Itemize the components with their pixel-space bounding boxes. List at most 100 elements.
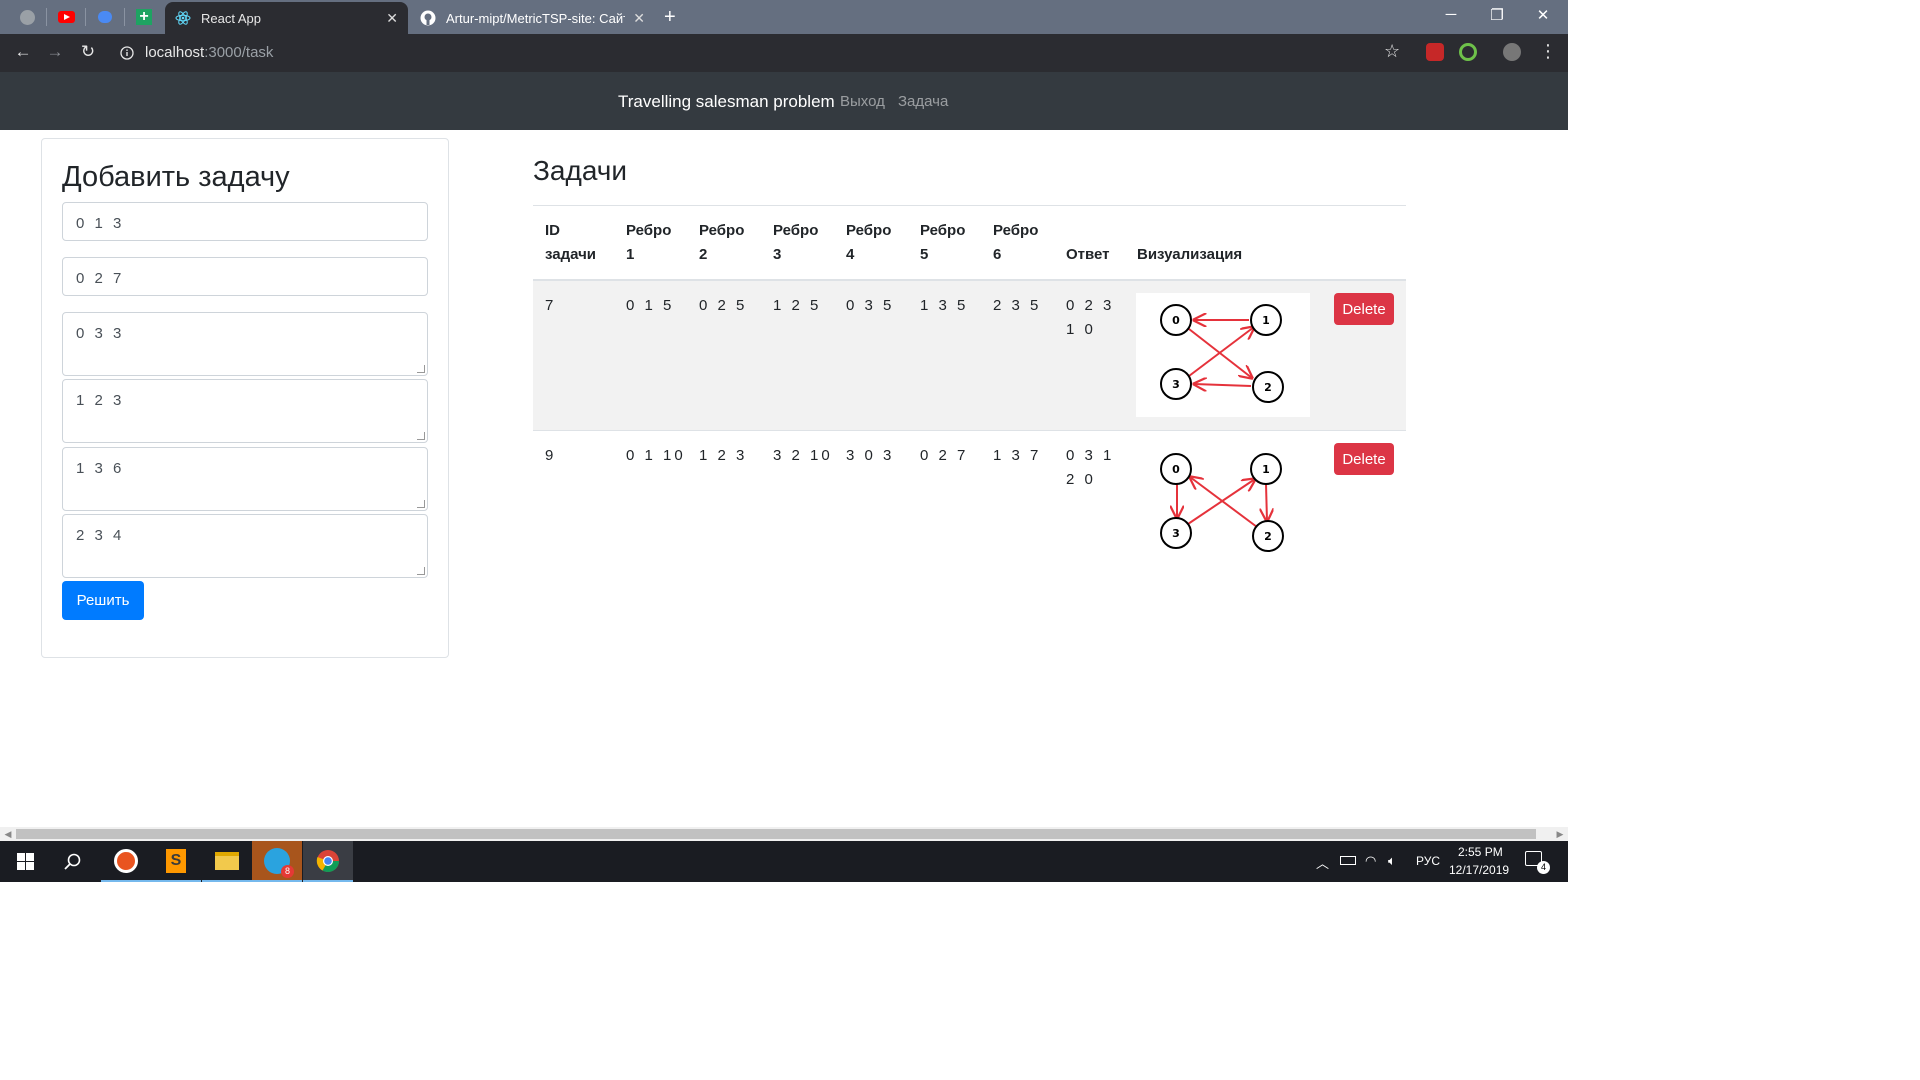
generic-site-icon (19, 9, 35, 25)
notifications-icon[interactable]: 4 (1525, 851, 1550, 874)
github-icon (420, 10, 436, 26)
chrome-icon[interactable] (303, 841, 353, 882)
cell-edge-4: 3 0 3 (846, 447, 895, 464)
graph-node-label: 2 (1264, 530, 1272, 543)
edge-input-1[interactable]: 0 1 3 (62, 202, 428, 241)
pinned-tab-sheets[interactable]: + (129, 4, 159, 30)
scroll-left-arrow-icon[interactable]: ◀ (1, 827, 15, 841)
edge-textarea-3-value: 0 3 3 (76, 325, 125, 342)
url-text: localhost:3000/task (145, 44, 273, 61)
react-icon (175, 11, 191, 25)
sublime-text-icon[interactable]: S (151, 841, 201, 882)
tab-github[interactable]: Artur-mipt/MetricTSP-site: Сайт ✕ (410, 2, 655, 34)
notification-count: 4 (1537, 861, 1550, 874)
pinned-tab-1[interactable] (12, 4, 42, 30)
resize-grip-icon[interactable] (417, 365, 425, 373)
header-edge-6-line2: 6 (993, 246, 1002, 263)
tab-react-app[interactable]: React App ✕ (165, 2, 408, 34)
resize-grip-icon[interactable] (417, 432, 425, 440)
edge-textarea-5[interactable]: 1 3 6 (62, 447, 428, 511)
info-icon[interactable] (120, 46, 134, 60)
extension-red-icon[interactable] (1426, 43, 1444, 61)
ubuntu-icon[interactable] (101, 841, 151, 882)
graph-node: 1 (1250, 453, 1282, 485)
cell-edge-1: 0 1 5 (626, 297, 675, 314)
reload-icon[interactable]: ↻ (77, 42, 99, 62)
header-edge-3-line1: Ребро (773, 222, 819, 239)
battery-icon[interactable] (1340, 853, 1356, 868)
header-edge-4-line2: 4 (846, 246, 855, 263)
header-edge-2-line2: 2 (699, 246, 708, 263)
bookmark-star-icon[interactable]: ☆ (1384, 41, 1400, 62)
graph-node-label: 2 (1264, 381, 1272, 394)
telegram-badge: 8 (281, 864, 294, 878)
graph-node-label: 1 (1262, 463, 1270, 476)
windows-start-icon[interactable] (0, 841, 50, 882)
resize-grip-icon[interactable] (417, 567, 425, 575)
search-icon[interactable] (48, 841, 98, 882)
delete-button[interactable]: Delete (1334, 293, 1394, 325)
cell-task-id: 9 (545, 447, 557, 464)
pinned-tab-youtube[interactable] (51, 4, 81, 30)
browser-toolbar: ← → ↻ localhost:3000/task ☆ ⋮ (0, 34, 1568, 72)
tab-title: Artur-mipt/MetricTSP-site: Сайт (446, 10, 626, 26)
url-path: :3000/task (204, 44, 274, 61)
header-id-line1: ID (545, 222, 560, 239)
graph-node: 1 (1250, 304, 1282, 336)
youtube-icon (57, 11, 75, 23)
graph-node: 2 (1252, 371, 1284, 403)
solve-button[interactable]: Решить (62, 581, 144, 620)
profile-avatar[interactable] (1503, 43, 1521, 61)
pinned-tab-chat[interactable] (90, 4, 120, 30)
header-edge-1-line1: Ребро (626, 222, 672, 239)
show-hidden-icons-chevron-icon[interactable]: ︿ (1316, 853, 1329, 872)
scrollbar-thumb[interactable] (16, 829, 1536, 839)
telegram-icon[interactable]: 8 (252, 841, 302, 882)
nav-link-logout[interactable]: Выход (840, 93, 885, 110)
edge-textarea-6-value: 2 3 4 (76, 527, 125, 544)
back-arrow-icon[interactable]: ← (12, 42, 34, 62)
new-tab-plus-icon[interactable]: + (664, 6, 676, 29)
close-window-icon[interactable]: ✕ (1528, 6, 1558, 24)
edge-textarea-4[interactable]: 1 2 3 (62, 379, 428, 443)
navbar-brand[interactable]: Travelling salesman problem (618, 92, 835, 112)
clock-date[interactable]: 12/17/2019 (1449, 863, 1509, 877)
scroll-right-arrow-icon[interactable]: ▶ (1553, 827, 1567, 841)
graph-node-label: 3 (1172, 527, 1180, 540)
edge-input-2[interactable]: 0 2 7 (62, 257, 428, 296)
tab-separator (46, 8, 47, 26)
close-tab-icon[interactable]: ✕ (633, 10, 645, 27)
plus-green-icon: + (136, 9, 152, 25)
header-edge-5-line1: Ребро (920, 222, 966, 239)
menu-kebab-icon[interactable]: ⋮ (1539, 41, 1557, 62)
app-navbar: Travelling salesman problem Выход Задача (0, 72, 1568, 130)
extension-ring-icon[interactable] (1459, 43, 1477, 61)
minimize-window-icon[interactable]: ─ (1436, 6, 1466, 23)
wifi-icon[interactable]: ◠ (1365, 853, 1376, 869)
volume-icon[interactable]: 🔈︎ (1388, 853, 1396, 869)
header-visualization: Визуализация (1137, 246, 1243, 263)
edge-textarea-3[interactable]: 0 3 3 (62, 312, 428, 376)
cell-edge-2: 0 2 5 (699, 297, 748, 314)
forward-arrow-icon[interactable]: → (44, 42, 66, 62)
edge-textarea-5-value: 1 3 6 (76, 460, 125, 477)
file-explorer-icon[interactable] (202, 841, 252, 882)
cell-edge-5: 1 3 5 (920, 297, 969, 314)
close-tab-icon[interactable]: ✕ (386, 10, 398, 27)
answer-line2: 2 0 (1066, 471, 1096, 488)
header-edge-4-line1: Ребро (846, 222, 892, 239)
input-language[interactable]: РУС (1416, 854, 1440, 868)
restore-window-icon[interactable]: ❐ (1482, 6, 1512, 24)
address-bar[interactable]: localhost:3000/task ☆ (112, 38, 1412, 68)
answer-line1: 0 2 3 (1066, 297, 1115, 314)
tasks-title: Задачи (533, 155, 628, 186)
delete-button[interactable]: Delete (1334, 443, 1394, 475)
tab-separator (124, 8, 125, 26)
windows-taskbar: S 8 ︿ ◠ 🔈︎ РУС 2:55 PM 12/17/2019 4 (0, 841, 1568, 882)
nav-link-task[interactable]: Задача (898, 93, 948, 110)
clock-time[interactable]: 2:55 PM (1458, 845, 1503, 859)
horizontal-scrollbar[interactable]: ◀ ▶ (0, 827, 1568, 841)
graph-node-label: 3 (1172, 378, 1180, 391)
resize-grip-icon[interactable] (417, 500, 425, 508)
edge-textarea-6[interactable]: 2 3 4 (62, 514, 428, 578)
